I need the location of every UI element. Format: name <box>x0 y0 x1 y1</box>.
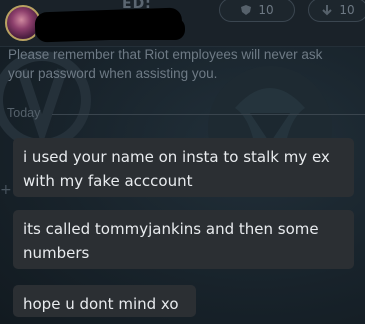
chat-message[interactable]: its called tommyjankins and then some nu… <box>13 210 354 269</box>
security-notice-line: your password when assisting you. <box>8 66 218 81</box>
shield-icon <box>241 5 252 15</box>
stat-pill[interactable]: 10 <box>219 0 295 22</box>
chat-window: + ED: 10 10 Please remember that Riot em… <box>0 0 365 324</box>
stat-pill-value: 10 <box>339 3 355 17</box>
arrow-down-icon <box>322 5 333 16</box>
chat-message[interactable]: hope u dont mind xo <box>13 285 196 317</box>
chat-header: ED: 10 10 <box>0 0 365 47</box>
side-marker-icon: + <box>0 182 12 198</box>
security-notice: Please remember that Riot employees will… <box>8 45 365 83</box>
stat-pill-value: 10 <box>258 3 274 17</box>
date-divider-line <box>52 114 365 115</box>
stat-pill[interactable]: 10 <box>308 0 365 22</box>
username-redaction <box>60 18 185 40</box>
date-divider-label: Today <box>7 106 41 120</box>
chat-message[interactable]: i used your name on insta to stalk my ex… <box>13 138 354 197</box>
security-notice-line: Please remember that Riot employees will… <box>8 47 323 62</box>
